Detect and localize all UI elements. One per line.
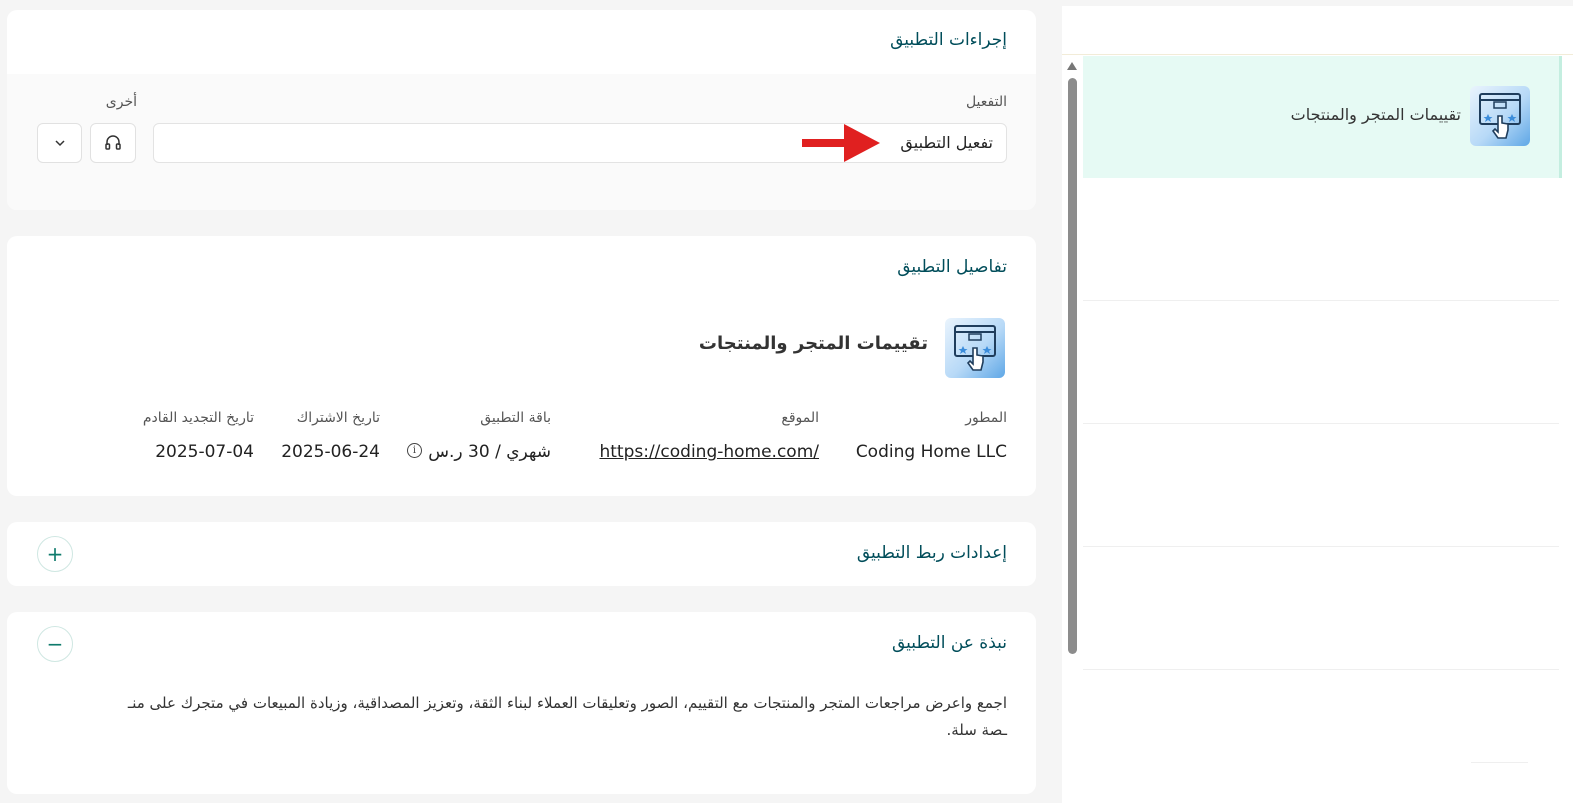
renewal-date-label: تاريخ التجديد القادم [142, 410, 254, 426]
plus-icon: + [46, 542, 64, 566]
linking-title: إعدادات ربط التطبيق [856, 543, 1007, 563]
support-button[interactable] [90, 123, 136, 163]
plan-label: باقة التطبيق [480, 410, 551, 426]
about-title: نبذة عن التطبيق [892, 633, 1007, 653]
sidebar-divider [1083, 423, 1559, 424]
expand-linking-button[interactable]: + [37, 536, 73, 572]
actions-title: إجراءات التطبيق [890, 30, 1007, 50]
sidebar-divider [1083, 546, 1559, 547]
activation-value: تفعيل التطبيق [900, 133, 993, 152]
other-label: أخرى [105, 94, 137, 110]
scroll-up-arrow[interactable] [1067, 62, 1077, 70]
app-actions-card [7, 10, 1036, 210]
about-description-line-1: اجمع واعرض مراجعات المتجر والمنتجات مع ا… [127, 694, 1007, 712]
sidebar-item-label: تقييمات المتجر والمنتجات [1290, 105, 1461, 124]
collapse-about-button[interactable]: − [37, 626, 73, 662]
chevron-down-icon [54, 140, 65, 147]
website-label: الموقع [781, 410, 819, 426]
activation-label: التفعيل [965, 94, 1007, 110]
store-reviews-app-icon [945, 318, 1005, 378]
developer-value: Coding Home LLC [855, 442, 1007, 462]
website-link[interactable]: https://coding-home.com/ [599, 442, 819, 462]
subscription-date-label: تاريخ الاشتراك [296, 410, 380, 426]
renewal-date-value: 2025-07-04 [155, 442, 254, 462]
about-description-line-2: ـصة سلة. [946, 721, 1007, 739]
sidebar-divider [1083, 669, 1559, 670]
details-title: تفاصيل التطبيق [897, 257, 1007, 277]
sidebar-scrollbar[interactable] [1068, 78, 1077, 654]
app-name: تقييمات المتجر والمنتجات [698, 333, 928, 354]
sidebar-header [1062, 6, 1573, 55]
minus-icon: − [46, 632, 64, 656]
developer-label: المطور [965, 410, 1007, 426]
sidebar-divider [1471, 762, 1528, 763]
info-icon[interactable]: i [407, 443, 422, 458]
red-arrow-annotation [802, 124, 880, 162]
store-reviews-app-icon [1470, 86, 1530, 146]
sidebar-divider [1083, 300, 1559, 301]
sidebar-item-store-reviews[interactable]: تقييمات المتجر والمنتجات [1083, 56, 1562, 178]
more-dropdown-button[interactable] [37, 123, 82, 163]
headset-icon [105, 135, 121, 150]
subscription-date-value: 2025-06-24 [281, 442, 380, 462]
plan-value: شهري / 30 ر.س [428, 442, 551, 462]
